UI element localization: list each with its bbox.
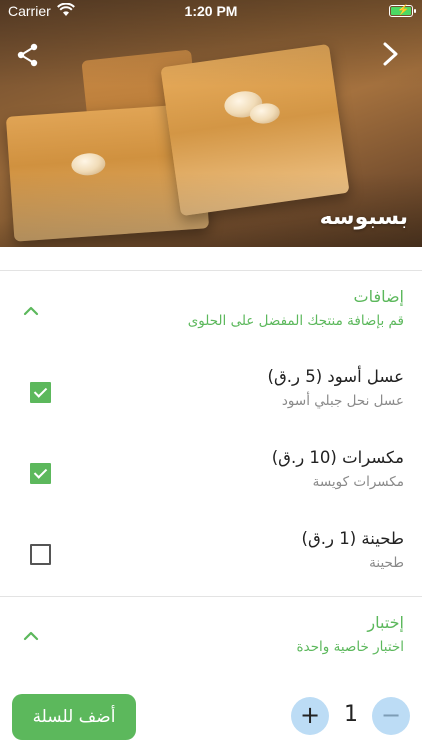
- battery-icon: ⚡: [389, 5, 416, 17]
- option-description: عسل نحل جبلي أسود: [281, 393, 404, 409]
- increase-quantity-button[interactable]: +: [291, 697, 329, 735]
- status-bar: Carrier 1:20 PM ⚡: [0, 0, 422, 22]
- option-name: عسل أسود (5 ر.ق): [267, 367, 404, 386]
- choice-title: إختبار: [367, 613, 404, 632]
- chevron-up-icon[interactable]: [22, 630, 40, 642]
- additions-subtitle: قم بإضافة منتجك المفضل على الحلوى: [187, 313, 404, 329]
- choice-subtitle: اختبار خاصية واحدة: [296, 639, 404, 655]
- quantity-value: 1: [344, 702, 358, 727]
- option-name: طحينة (1 ر.ق): [301, 529, 404, 548]
- status-time: 1:20 PM: [184, 3, 238, 19]
- choice-section-header[interactable]: إختبار اختبار خاصية واحدة: [0, 596, 422, 666]
- checkbox-empty-icon[interactable]: [30, 544, 51, 565]
- chevron-up-icon[interactable]: [22, 305, 40, 317]
- option-row-black-honey[interactable]: عسل أسود (5 ر.ق) عسل نحل جبلي أسود: [0, 367, 422, 437]
- option-row-nuts[interactable]: مكسرات (10 ر.ق) مكسرات كويسة: [0, 448, 422, 518]
- decrease-quantity-button[interactable]: −: [372, 697, 410, 735]
- option-row-tahini[interactable]: طحينة (1 ر.ق) طحينة: [0, 529, 422, 599]
- option-name: مكسرات (10 ر.ق): [271, 448, 404, 467]
- option-description: طحينة: [369, 555, 404, 571]
- add-to-cart-button[interactable]: أضف للسلة: [12, 694, 136, 740]
- additions-title: إضافات: [353, 287, 405, 306]
- checkbox-checked-icon[interactable]: [30, 463, 51, 484]
- checkbox-checked-icon[interactable]: [30, 382, 51, 403]
- product-title: بسبوسه: [319, 205, 408, 230]
- option-description: مكسرات كويسة: [312, 474, 404, 490]
- chevron-right-icon[interactable]: [380, 41, 402, 67]
- additions-section-header[interactable]: إضافات قم بإضافة منتجك المفضل على الحلوى: [0, 270, 422, 340]
- share-icon[interactable]: [15, 42, 41, 68]
